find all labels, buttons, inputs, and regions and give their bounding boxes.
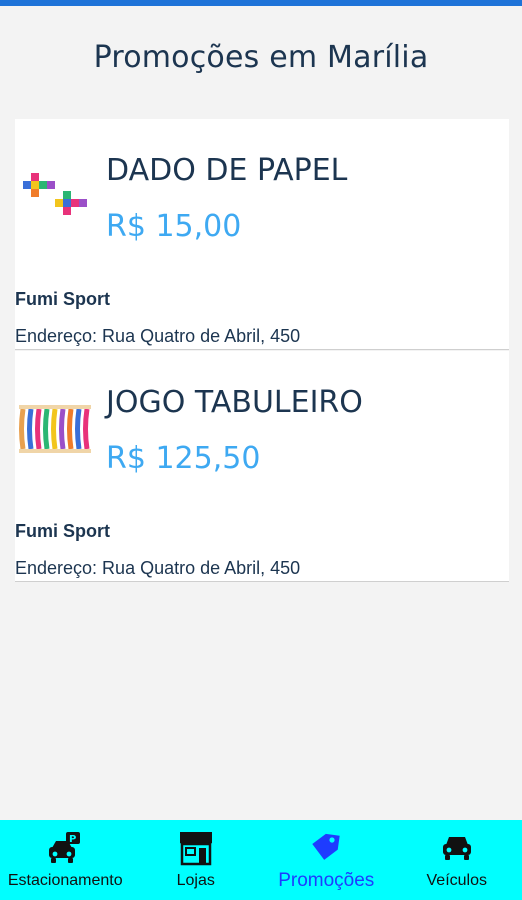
bottom-navigation: P Estacionamento Lojas Promoções Veículo…	[0, 820, 522, 900]
nav-label: Promoções	[278, 870, 375, 891]
paper-dice-image	[23, 173, 87, 215]
nav-item-lojas[interactable]: Lojas	[131, 820, 262, 900]
nav-label: Veículos	[426, 872, 487, 889]
tag-icon	[306, 830, 346, 866]
nav-label: Estacionamento	[7, 872, 123, 889]
promotion-card[interactable]: DADO DE PAPEL R$ 15,00 Fumi Sport Endere…	[15, 119, 509, 350]
product-title: DADO DE PAPEL	[106, 153, 348, 188]
store-name: Fumi Sport	[15, 289, 110, 309]
product-price: R$ 125,50	[106, 441, 261, 476]
store-icon	[176, 830, 216, 866]
product-title: JOGO TABULEIRO	[106, 385, 363, 420]
product-price: R$ 15,00	[106, 209, 242, 244]
promotion-card[interactable]: JOGO TABULEIRO R$ 125,50 Fumi Sport Ende…	[15, 351, 509, 582]
nav-item-veiculos[interactable]: Veículos	[392, 820, 522, 900]
store-address: Endereço: Rua Quatro de Abril, 450	[15, 326, 301, 346]
store-address: Endereço: Rua Quatro de Abril, 450	[15, 558, 301, 578]
nav-item-estacionamento[interactable]: P Estacionamento	[0, 820, 131, 900]
store-name: Fumi Sport	[15, 521, 110, 541]
nav-item-promocoes[interactable]: Promoções	[261, 820, 392, 900]
svg-text:P: P	[69, 834, 76, 845]
board-game-image	[19, 405, 91, 453]
page-title: Promoções em Marília	[93, 40, 429, 75]
nav-label: Lojas	[176, 872, 215, 889]
car-icon	[437, 830, 477, 866]
top-accent-bar	[0, 0, 522, 6]
parking-car-icon: P	[45, 830, 85, 866]
